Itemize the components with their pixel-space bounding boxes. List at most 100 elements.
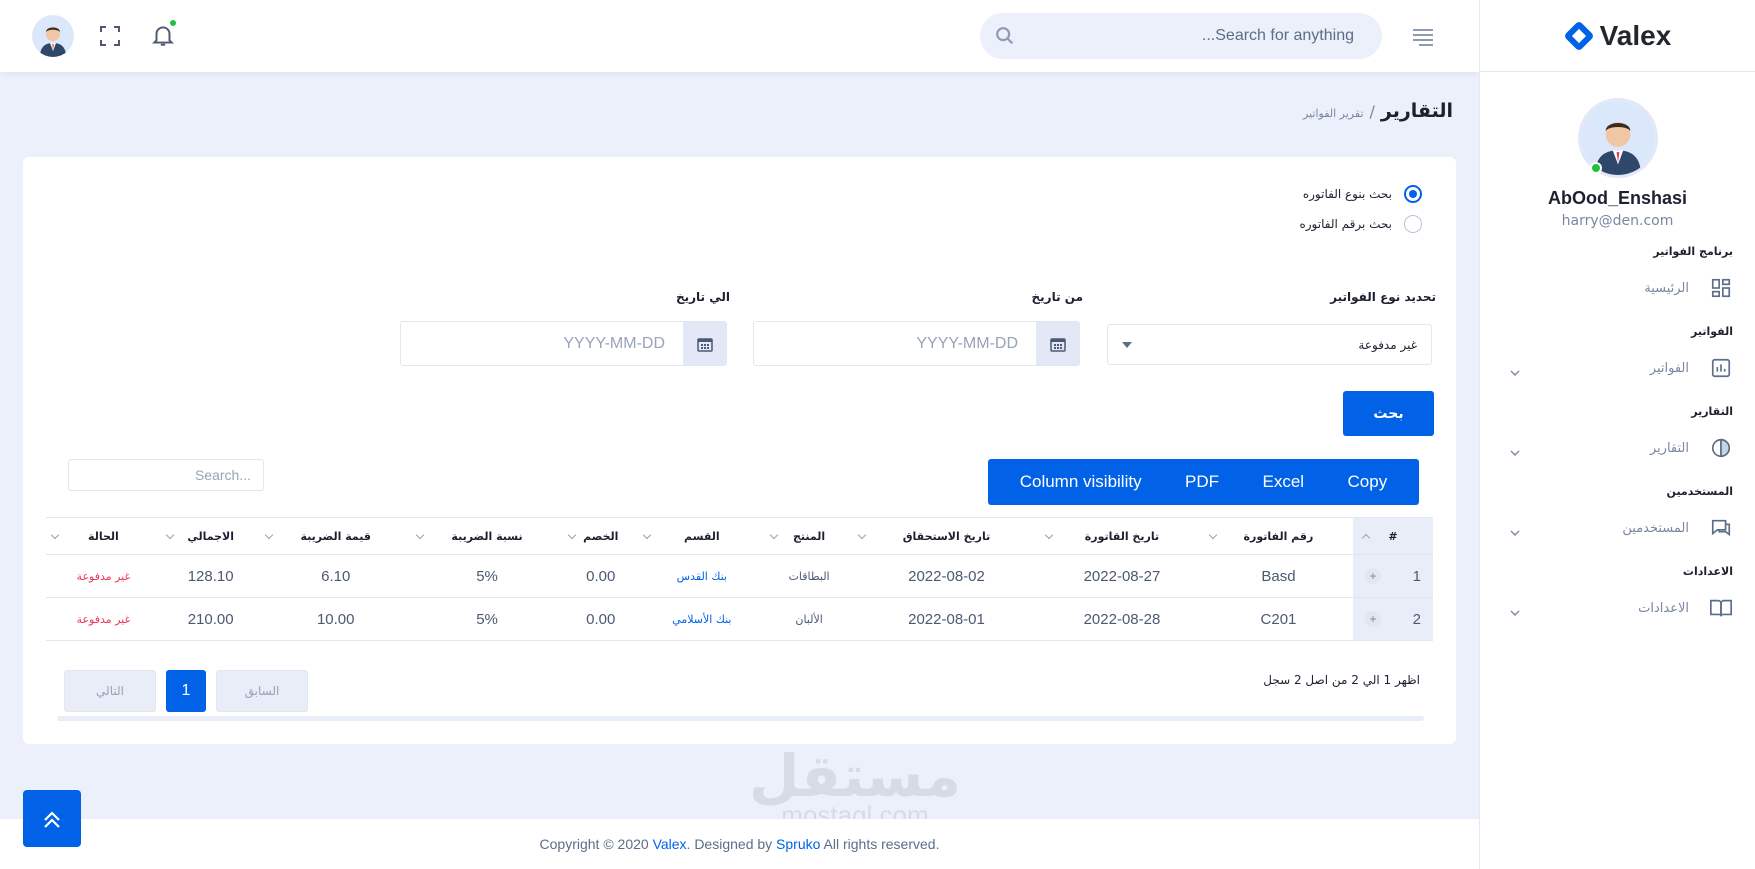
chevron-down-icon — [1510, 443, 1520, 456]
sidebar-menu: برنامج الفواتير الرئيسية الفواتير الفوات… — [1480, 245, 1755, 629]
total: 210.00 — [160, 597, 261, 641]
logo-icon — [1563, 19, 1595, 52]
tax-rate: 5% — [410, 597, 564, 641]
copy-button[interactable]: Copy — [1340, 472, 1396, 492]
page-button[interactable]: 1 — [166, 670, 206, 712]
sidebar-item-invoices[interactable]: الفواتير — [1480, 347, 1755, 389]
header-avatar[interactable] — [32, 15, 74, 57]
sidebar-item-users[interactable]: المستخدمين — [1480, 507, 1755, 549]
footer: Copyright © 2020 Valex. Designed by Spru… — [0, 819, 1479, 869]
online-status-dot — [1589, 162, 1602, 174]
due-date: 2022-08-01 — [852, 597, 1040, 641]
status-badge: غير مدفوعة — [46, 554, 161, 598]
column-header[interactable]: المنتج — [765, 517, 853, 555]
column-header[interactable]: # — [1353, 517, 1433, 555]
tax-value: 10.00 — [260, 597, 411, 641]
radio-search-by-type[interactable]: بحث بنوع الفاتوره — [1299, 179, 1422, 209]
horizontal-scrollbar[interactable] — [57, 716, 1424, 721]
caret-down-icon — [1122, 341, 1132, 348]
column-header[interactable]: نسبة الضريبة — [410, 517, 564, 555]
fullscreen-icon[interactable] — [98, 24, 122, 48]
radio-button[interactable] — [1404, 215, 1422, 233]
sidebar-item-settings[interactable]: الاعدادات — [1480, 587, 1755, 629]
pagination: التالي 1 السابق — [64, 670, 308, 712]
menu-category: التقارير — [1691, 405, 1733, 418]
column-header[interactable]: الاجمالي — [160, 517, 261, 555]
column-header[interactable]: القسم — [638, 517, 766, 555]
menu-category: المستخدمين — [1666, 485, 1733, 498]
tax-rate: 5% — [410, 554, 564, 598]
column-header[interactable]: تاريخ القاتورة — [1040, 517, 1204, 555]
section-link[interactable]: بنك القدس — [638, 554, 766, 598]
back-to-top-button[interactable] — [23, 790, 81, 847]
row-number: 2 — [1412, 610, 1421, 628]
product: الألبان — [765, 597, 853, 641]
to-date-input[interactable] — [401, 322, 683, 365]
chevron-down-icon — [1510, 523, 1520, 536]
footer-brand-link[interactable]: Valex — [653, 836, 687, 852]
search-icon[interactable] — [994, 25, 1016, 47]
column-header[interactable]: قيمة الضريبة — [260, 517, 411, 555]
section-link[interactable]: بنك الأسلامي — [638, 597, 766, 641]
menu-category: الاعدادات — [1682, 565, 1733, 578]
chevron-down-icon — [1510, 363, 1520, 376]
search-button[interactable]: بحث — [1343, 391, 1434, 436]
radio-search-by-number[interactable]: بحث برقم الفاتوره — [1299, 209, 1422, 239]
table-search-input[interactable] — [68, 459, 264, 491]
from-date-input[interactable] — [754, 322, 1036, 365]
table-row: 1 + Basd 2022-08-27 2022-08-02 البطاقات ب… — [46, 554, 1433, 598]
menu-toggle-icon[interactable] — [1410, 24, 1436, 48]
column-header[interactable]: الحالة — [46, 517, 161, 555]
due-date: 2022-08-02 — [852, 554, 1040, 598]
invoice-date: 2022-08-28 — [1040, 597, 1204, 641]
invoices-table: # رقم الفاتورة تاريخ القاتورة تاريخ الاس… — [46, 517, 1433, 641]
pdf-button[interactable]: PDF — [1177, 472, 1227, 492]
export-buttons: Column visibility PDF Excel Copy — [988, 459, 1419, 505]
chevron-down-icon — [1510, 603, 1520, 616]
header-search — [980, 13, 1382, 59]
sidebar-item-home[interactable]: الرئيسية — [1480, 267, 1755, 309]
expand-row-icon[interactable]: + — [1365, 611, 1381, 627]
profile-email: harry@den.com — [1561, 213, 1674, 229]
previous-page-button[interactable]: السابق — [216, 670, 308, 712]
column-header[interactable]: تاريخ الاستحقاق — [852, 517, 1040, 555]
brand-logo[interactable]: Valex — [1480, 0, 1755, 72]
expand-row-icon[interactable]: + — [1365, 568, 1381, 584]
menu-category: برنامج الفواتير — [1653, 245, 1733, 258]
tax-value: 6.10 — [260, 554, 411, 598]
discount: 0.00 — [563, 597, 639, 641]
menu-category: الفواتير — [1691, 325, 1733, 338]
sidebar-item-label: الرئيسية — [1644, 280, 1689, 296]
breadcrumb-current: تقرير الفواتير — [1303, 107, 1364, 120]
invoice-type-select[interactable]: غير مدفوعة — [1107, 324, 1432, 365]
search-mode-radios: بحث بنوع الفاتوره بحث برقم الفاتوره — [1299, 179, 1422, 239]
row-number: 1 — [1412, 567, 1421, 585]
excel-button[interactable]: Excel — [1255, 472, 1313, 492]
radio-button[interactable] — [1404, 185, 1422, 203]
radio-label: بحث بنوع الفاتوره — [1302, 187, 1392, 201]
radio-label: بحث برقم الفاتوره — [1299, 217, 1392, 231]
invoice-number: Basd — [1203, 554, 1353, 598]
column-header[interactable]: الخصم — [563, 517, 639, 555]
sidebar-item-reports[interactable]: التقارير — [1480, 427, 1755, 469]
sidebar-item-label: المستخدمين — [1622, 520, 1689, 536]
table-info: اظهر 1 الي 2 من اصل 2 سجل — [1263, 673, 1420, 687]
sidebar-item-label: التقارير — [1649, 440, 1689, 456]
calendar-icon[interactable] — [1036, 322, 1079, 365]
column-header[interactable]: رقم الفاتورة — [1203, 517, 1353, 555]
invoice-number: C201 — [1203, 597, 1353, 641]
invoice-type-value: غير مدفوعة — [1358, 337, 1417, 352]
footer-designer-link[interactable]: Spruko — [776, 836, 820, 852]
invoice-type-label: تحديد نوع الفواتير — [1330, 290, 1436, 304]
next-page-button[interactable]: التالي — [64, 670, 156, 712]
calendar-icon[interactable] — [683, 322, 726, 365]
total: 128.10 — [160, 554, 261, 598]
watermark-arabic: مستقل — [748, 742, 962, 810]
column-visibility-button[interactable]: Column visibility — [1012, 472, 1150, 492]
header-search-input[interactable] — [1016, 27, 1382, 45]
copyright-text: Copyright © 2020 Valex. Designed by Spru… — [539, 836, 940, 852]
bar-chart-icon — [1709, 356, 1733, 380]
dashboard-icon — [1709, 276, 1733, 300]
invoice-date: 2022-08-27 — [1040, 554, 1204, 598]
top-header — [0, 0, 1479, 72]
